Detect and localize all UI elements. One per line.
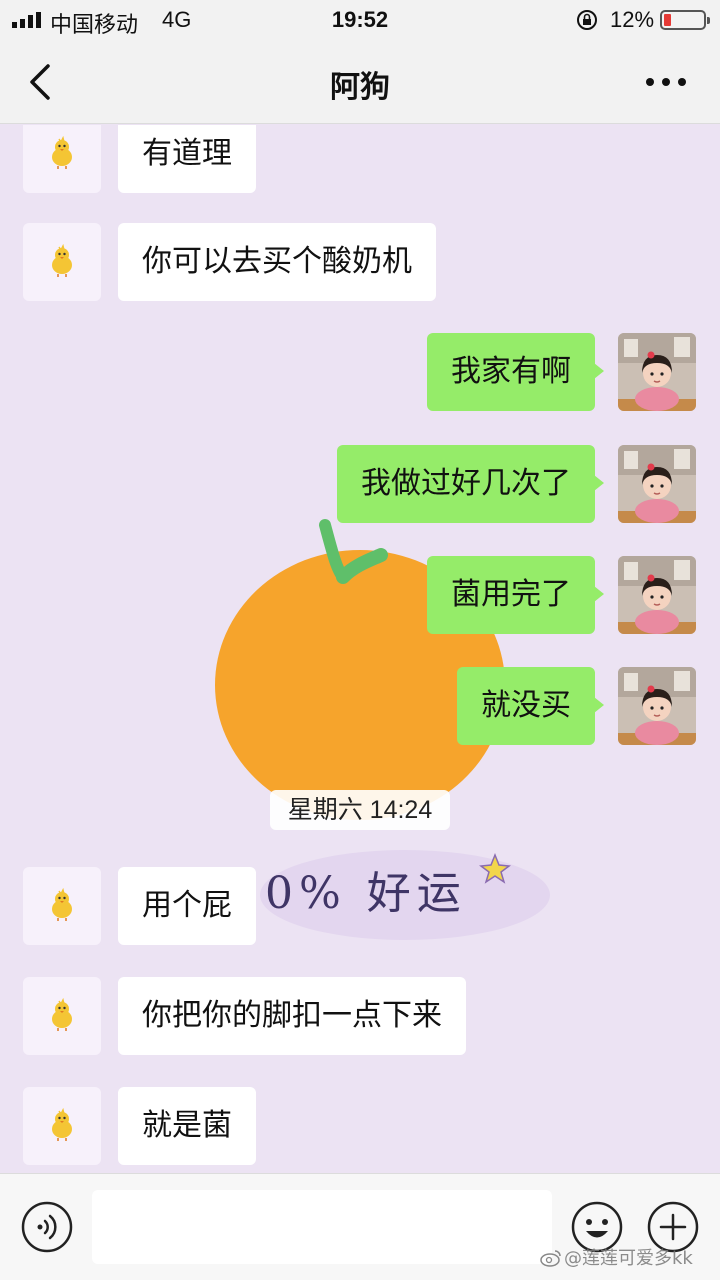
weibo-watermark: @莲莲可爱多kk [540,1244,693,1270]
contact-avatar[interactable] [23,125,101,193]
received-message-bubble[interactable]: 用个屁 [118,867,256,945]
voice-icon [21,1201,73,1253]
voice-button[interactable] [20,1200,74,1254]
received-message-bubble[interactable]: 你把你的脚扣一点下来 [118,977,466,1055]
my-avatar[interactable] [618,333,696,411]
luck-sticker-text: 0% 好运 [265,868,467,919]
received-message-bubble[interactable]: 就是菌 [118,1087,256,1165]
contact-avatar[interactable] [23,867,101,945]
my-avatar[interactable] [618,556,696,634]
contact-avatar[interactable] [23,977,101,1055]
more-dots-icon [646,78,686,86]
my-avatar[interactable] [618,667,696,745]
watermark-text: @莲莲可爱多kk [564,1248,693,1269]
weibo-icon [540,1250,561,1267]
battery-percent: 12% [610,7,655,32]
contact-avatar[interactable] [23,223,101,301]
more-button[interactable] [640,62,692,102]
battery-icon [660,10,710,30]
sent-message-bubble[interactable]: 我做过好几次了 [337,445,604,523]
message-timestamp: 星期六 14:24 [270,790,450,830]
sent-message-bubble[interactable]: 我家有啊 [427,333,604,411]
back-button[interactable] [22,60,62,104]
contact-avatar[interactable] [23,1087,101,1165]
chat-area[interactable]: 0% 好运 有道理你可以去买个酸奶机我家有啊我做过好几次了菌用完了就没买用个屁你… [0,125,720,1173]
battery-fill [664,14,671,26]
chat-header: 阿狗 [0,40,720,124]
message-input[interactable] [92,1190,552,1264]
my-avatar[interactable] [618,445,696,523]
status-bar: 中国移动 4G 19:52 12% [0,0,720,40]
luck-sticker: 0% 好运 [255,835,555,945]
sent-message-bubble[interactable]: 就没买 [457,667,604,745]
chat-title: 阿狗 [330,70,390,105]
chevron-left-icon [30,64,50,100]
sent-message-bubble[interactable]: 菌用完了 [427,556,604,634]
received-message-bubble[interactable]: 有道理 [118,125,256,193]
rotation-lock-icon [577,10,597,30]
received-message-bubble[interactable]: 你可以去买个酸奶机 [118,223,436,301]
